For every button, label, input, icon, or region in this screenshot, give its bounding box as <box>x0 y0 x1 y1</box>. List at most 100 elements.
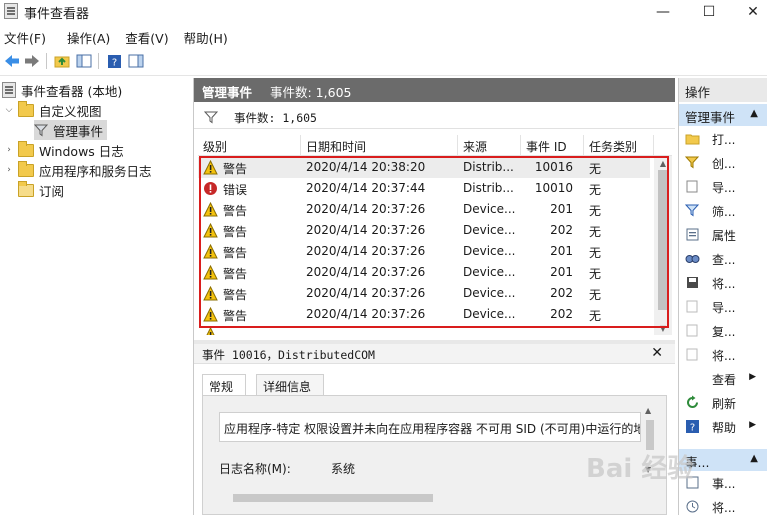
minimize-button[interactable]: — <box>640 0 686 24</box>
menu-view[interactable]: 查看(V) <box>121 26 175 46</box>
show-hide-tree-button[interactable] <box>74 51 94 71</box>
tree-item-app-service-logs[interactable]: › 应用程序和服务日志 <box>4 160 152 180</box>
events-scrollbar[interactable]: ▲ ▼ <box>654 156 672 335</box>
help-toolbar-button[interactable]: ? <box>104 51 124 71</box>
chevron-down-icon[interactable]: ⌵ <box>4 105 14 115</box>
column-header-task-category[interactable]: 任务类别 <box>584 135 654 156</box>
table-row[interactable]: 警告 2020/4/14 20:37:26 Device... 202 无 <box>198 304 650 325</box>
window-title: 事件查看器 <box>24 7 90 22</box>
table-row[interactable]: 警告 2020/4/14 20:37:26 Device... 201 无 <box>198 262 650 283</box>
cell-datetime: 2020/4/14 20:37:26 <box>306 307 426 321</box>
cell-task-category: 无 <box>589 288 602 302</box>
event-description[interactable]: 应用程序-特定 权限设置并未向在应用程序容器 不可用 SID (不可用)中运行的… <box>219 412 641 442</box>
event-viewer-icon <box>4 3 18 19</box>
table-row[interactable]: 警告 2020/4/14 20:37:26 Device... 202 无 <box>198 220 650 241</box>
close-detail-icon[interactable]: ✕ <box>651 345 663 361</box>
chevron-right-icon[interactable]: › <box>4 145 14 155</box>
table-row[interactable]: 警告 2020/4/14 20:37:26 Device... 201 无 <box>198 241 650 262</box>
scroll-down-icon[interactable]: ▼ <box>654 321 672 335</box>
column-header-source[interactable]: 来源 <box>458 135 521 156</box>
detail-horizontal-scrollbar[interactable] <box>223 492 641 504</box>
cell-datetime: 2020/4/14 20:37:26 <box>306 265 426 279</box>
menu-help[interactable]: 帮助(H) <box>180 26 235 46</box>
event-viewer-icon <box>2 82 16 98</box>
scroll-thumb[interactable] <box>658 170 668 310</box>
scroll-up-icon[interactable]: ▲ <box>654 156 672 170</box>
import-icon <box>686 180 698 193</box>
tree-item-label: 事件查看器 (本地) <box>21 83 123 99</box>
action-save[interactable]: 将... <box>679 271 767 295</box>
error-icon <box>204 182 217 195</box>
action-copy[interactable]: 复... <box>679 319 767 343</box>
maximize-icon: ☐ <box>702 4 716 20</box>
action-open-folder[interactable]: 打... <box>679 127 767 151</box>
table-row[interactable]: 警告 2020/4/14 20:38:20 Distrib... 10016 无 <box>198 157 650 178</box>
action-export[interactable]: 导... <box>679 295 767 319</box>
action-label: 刷新 <box>712 397 737 411</box>
help-icon: ? <box>686 420 699 434</box>
cell-source: Device... <box>463 307 516 321</box>
warning-icon <box>206 327 215 335</box>
tab-details[interactable]: 详细信息 <box>256 374 324 396</box>
cell-task-category: 无 <box>589 183 602 197</box>
table-row[interactable]: 错误 2020/4/14 20:37:44 Distrib... 10010 无 <box>198 178 650 199</box>
forward-button[interactable] <box>22 51 42 71</box>
collapse-icon[interactable]: ▲ <box>750 453 758 464</box>
action-attach-task[interactable]: 将... <box>679 495 767 515</box>
action-create-filter[interactable]: 创... <box>679 151 767 175</box>
menu-file[interactable]: 文件(F) <box>0 26 53 46</box>
cell-source: Distrib... <box>463 181 514 195</box>
action-import[interactable]: 导... <box>679 175 767 199</box>
column-header-datetime[interactable]: 日期和时间 <box>301 135 458 156</box>
table-row[interactable]: 警告 2020/4/14 20:37:26 Device... 202 无 <box>198 283 650 304</box>
chevron-right-icon[interactable]: › <box>4 165 14 175</box>
action-find[interactable]: 查... <box>679 247 767 271</box>
collapse-icon[interactable]: ▲ <box>750 108 758 119</box>
tree-item-custom-views[interactable]: ⌵ 自定义视图 <box>4 100 102 120</box>
action-label: 查看 <box>712 373 737 387</box>
action-filter[interactable]: 筛... <box>679 199 767 223</box>
show-action-pane-button[interactable] <box>126 51 146 71</box>
table-row[interactable]: 警告 2020/4/14 20:37:26 Device... 201 无 <box>198 199 650 220</box>
action-attach[interactable]: 将... <box>679 343 767 367</box>
tree-item-windows-logs[interactable]: › Windows 日志 <box>4 140 124 160</box>
close-button[interactable]: ✕ <box>730 0 767 24</box>
cell-datetime: 2020/4/14 20:37:26 <box>306 223 426 237</box>
tab-general[interactable]: 常规 <box>202 374 246 396</box>
log-name-label: 日志名称(M): <box>219 462 291 476</box>
action-properties[interactable]: 属性 <box>679 223 767 247</box>
action-label: 帮助 <box>712 421 737 435</box>
warning-icon <box>203 160 218 175</box>
scroll-thumb[interactable] <box>646 420 654 450</box>
action-refresh[interactable]: 刷新 <box>679 391 767 415</box>
table-row-partial[interactable] <box>198 324 650 335</box>
menu-action[interactable]: 操作(A) <box>63 26 117 46</box>
action-view[interactable]: 查看 ▶ <box>679 367 767 391</box>
table-header: 级别 日期和时间 来源 事件 ID 任务类别 <box>198 135 672 156</box>
column-header-event-id[interactable]: 事件 ID <box>521 135 584 156</box>
action-help[interactable]: ? 帮助 ▶ <box>679 415 767 439</box>
cell-event-id: 201 <box>550 202 573 216</box>
action-label: 复... <box>712 325 736 339</box>
tree-item-subscriptions[interactable]: 订阅 <box>18 180 64 200</box>
cell-task-category: 无 <box>589 309 602 323</box>
tree-item-root[interactable]: 事件查看器 (本地) <box>2 80 122 100</box>
tree-item-label: 应用程序和服务日志 <box>39 163 152 179</box>
up-folder-button[interactable] <box>52 51 72 71</box>
cell-source: Distrib... <box>463 160 514 174</box>
cell-task-category: 无 <box>589 225 602 239</box>
scroll-thumb[interactable] <box>233 494 433 502</box>
cell-datetime: 2020/4/14 20:37:26 <box>306 202 426 216</box>
back-button[interactable] <box>2 51 22 71</box>
actions-section-admin-events[interactable]: 管理事件 ▲ <box>679 104 767 126</box>
filter-icon <box>685 204 700 217</box>
scroll-up-icon[interactable]: ▲ <box>645 406 651 415</box>
maximize-button[interactable]: ☐ <box>686 0 732 24</box>
cell-source: Device... <box>463 244 516 258</box>
cell-level: 警告 <box>223 288 248 302</box>
column-header-level[interactable]: 级别 <box>198 135 301 156</box>
tree-item-administrative-events[interactable]: 管理事件 <box>34 120 108 140</box>
action-label: 将... <box>712 277 736 291</box>
action-label: 查... <box>712 253 736 267</box>
watermark: Bai 经验 <box>586 454 694 484</box>
